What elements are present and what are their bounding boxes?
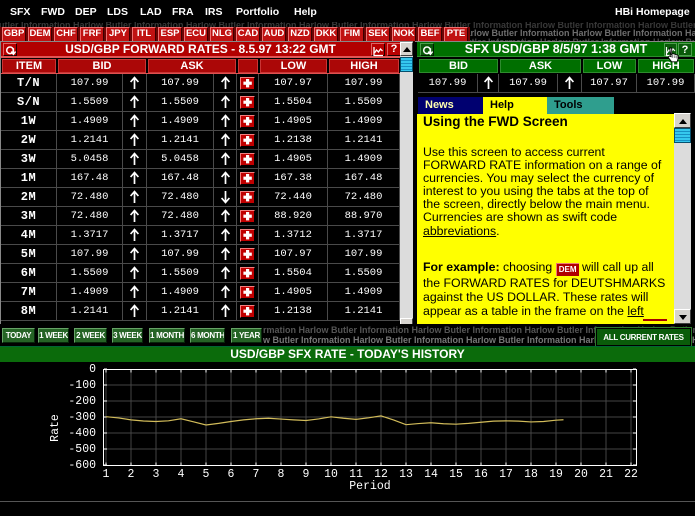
svg-text:10: 10 [324, 468, 338, 481]
svg-text:22: 22 [624, 468, 638, 481]
svg-text:0: 0 [89, 363, 96, 376]
svg-text:Period: Period [349, 480, 390, 493]
svg-text:3: 3 [153, 468, 160, 481]
svg-text:7: 7 [253, 468, 260, 481]
svg-text:-200: -200 [68, 395, 96, 408]
svg-text:Rate: Rate [49, 414, 62, 442]
svg-text:-500: -500 [68, 443, 96, 456]
svg-text:9: 9 [303, 468, 310, 481]
svg-text:18: 18 [524, 468, 538, 481]
svg-text:8: 8 [278, 468, 285, 481]
svg-text:14: 14 [424, 468, 438, 481]
svg-text:2: 2 [128, 468, 135, 481]
svg-text:-300: -300 [68, 411, 96, 424]
svg-text:17: 17 [499, 468, 513, 481]
svg-text:13: 13 [399, 468, 413, 481]
svg-text:6: 6 [228, 468, 235, 481]
svg-text:21: 21 [599, 468, 613, 481]
svg-text:-100: -100 [68, 379, 96, 392]
svg-text:5: 5 [203, 468, 210, 481]
svg-text:20: 20 [574, 468, 588, 481]
svg-text:19: 19 [549, 468, 563, 481]
svg-text:-600: -600 [68, 459, 96, 472]
svg-text:-400: -400 [68, 427, 96, 440]
svg-text:16: 16 [474, 468, 488, 481]
svg-text:15: 15 [449, 468, 463, 481]
svg-text:1: 1 [103, 468, 110, 481]
svg-text:4: 4 [178, 468, 185, 481]
